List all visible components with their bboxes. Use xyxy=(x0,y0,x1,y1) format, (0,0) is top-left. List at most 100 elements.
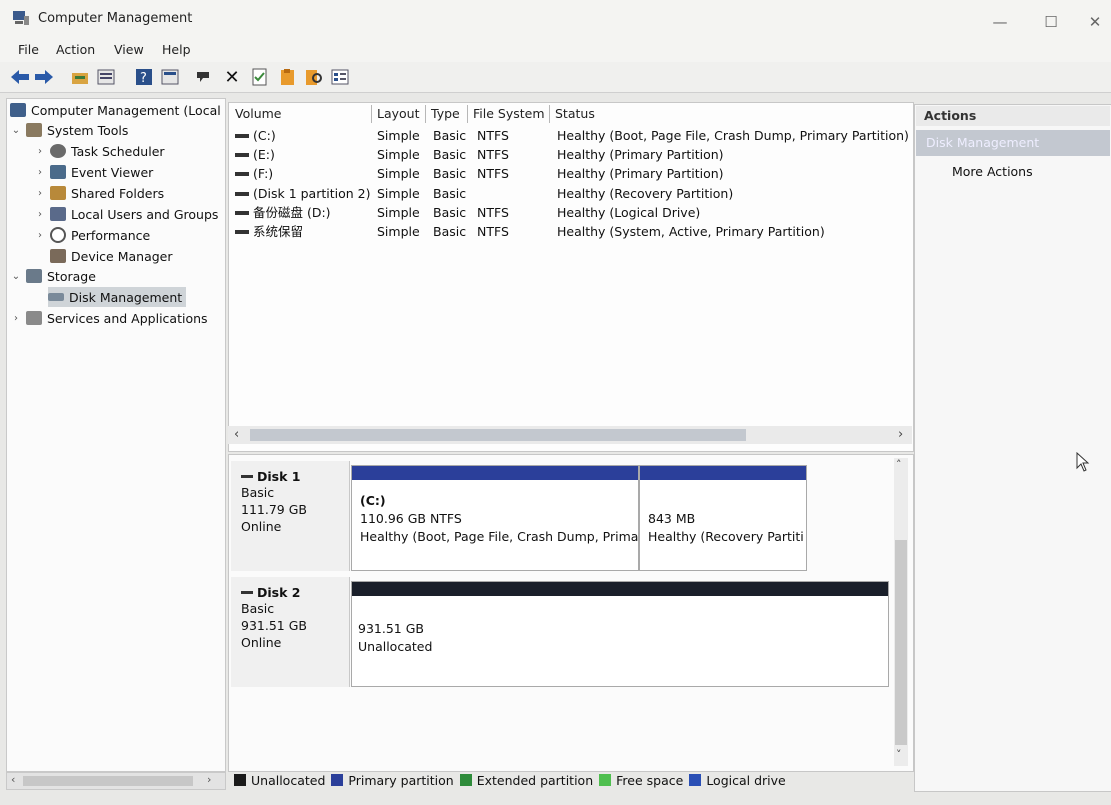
tree-item-system-tools[interactable]: ⌄ System Tools xyxy=(10,120,129,140)
actions-disk-management[interactable]: Disk Management xyxy=(916,130,1110,156)
disk-2-info[interactable]: Disk 2 Basic 931.51 GB Online xyxy=(231,577,350,687)
table-row[interactable]: 备份磁盘 (D:) Simple Basic NTFS Healthy (Log… xyxy=(229,203,913,222)
chevron-right-icon[interactable]: › xyxy=(34,230,46,241)
chevron-down-icon[interactable]: ⌄ xyxy=(10,125,22,136)
table-row[interactable]: (E:) Simple Basic NTFS Healthy (Primary … xyxy=(229,145,913,164)
window-title: Computer Management xyxy=(38,11,193,26)
volume-cell: (Disk 1 partition 2) xyxy=(235,184,370,203)
delete-icon[interactable]: ✕ xyxy=(222,67,242,88)
menu-file[interactable]: File xyxy=(18,42,39,57)
disk-2-type: Basic xyxy=(241,601,275,616)
tree-item-storage[interactable]: ⌄ Storage xyxy=(10,266,96,286)
chevron-down-icon[interactable]: ⌄ xyxy=(10,271,22,282)
tree-item-event-viewer[interactable]: › Event Viewer xyxy=(34,162,153,182)
menu-help[interactable]: Help xyxy=(162,42,191,57)
partition-size: 931.51 GB xyxy=(358,621,424,636)
connect-icon[interactable] xyxy=(196,67,216,87)
maximize-button[interactable]: ☐ xyxy=(1036,12,1066,32)
clock-icon xyxy=(50,144,66,158)
table-row[interactable]: 系统保留 Simple Basic NTFS Healthy (System, … xyxy=(229,222,913,241)
back-icon[interactable] xyxy=(10,67,30,87)
column-header-file-system[interactable]: File System xyxy=(469,105,550,123)
disk-1-type: Basic xyxy=(241,485,275,500)
scroll-right-icon[interactable]: › xyxy=(898,427,903,442)
legend-swatch-primary xyxy=(331,774,344,786)
menu-action[interactable]: Action xyxy=(56,42,95,57)
tree-label: Shared Folders xyxy=(71,185,165,201)
tree-horizontal-scrollbar[interactable]: ‹ › xyxy=(6,772,226,790)
scrollbar-thumb[interactable] xyxy=(250,429,746,441)
legend: Unallocated Primary partition Extended p… xyxy=(228,770,912,790)
disk-icon xyxy=(48,293,64,301)
minimize-button[interactable]: — xyxy=(985,12,1015,32)
disk-icon xyxy=(241,591,253,594)
table-row[interactable]: (C:) Simple Basic NTFS Healthy (Boot, Pa… xyxy=(229,126,913,145)
unallocated-bar xyxy=(352,582,888,596)
up-folder-icon[interactable] xyxy=(70,67,90,87)
partition-c[interactable]: (C:) 110.96 GB NTFS Healthy (Boot, Page … xyxy=(351,465,639,571)
column-header-status[interactable]: Status xyxy=(551,105,911,123)
scroll-left-icon[interactable]: ‹ xyxy=(234,427,239,442)
type-cell: Basic xyxy=(433,186,467,201)
scrollbar-thumb[interactable] xyxy=(895,540,907,745)
table-row[interactable]: (Disk 1 partition 2) Simple Basic Health… xyxy=(229,184,913,203)
device-manager-icon xyxy=(50,249,66,263)
tree-item-root[interactable]: Computer Management (Local xyxy=(10,100,221,120)
filesystem-cell: NTFS xyxy=(477,166,509,181)
tree-item-disk-management[interactable]: Disk Management xyxy=(48,287,187,307)
chevron-right-icon[interactable]: › xyxy=(34,209,46,220)
tree-item-performance[interactable]: › Performance xyxy=(34,225,150,245)
users-icon xyxy=(50,207,66,221)
scroll-up-icon[interactable]: ˄ xyxy=(896,458,902,471)
type-cell: Basic xyxy=(433,128,467,143)
disk-1-info[interactable]: Disk 1 Basic 111.79 GB Online xyxy=(231,461,350,571)
tree-item-task-scheduler[interactable]: › Task Scheduler xyxy=(34,141,165,161)
scroll-left-icon[interactable]: ‹ xyxy=(11,773,15,786)
column-header-volume[interactable]: Volume xyxy=(231,105,372,123)
disk-icon xyxy=(241,475,253,478)
scroll-right-icon[interactable]: › xyxy=(207,773,211,786)
tree-item-services[interactable]: › Services and Applications xyxy=(10,308,208,328)
table-row[interactable]: (F:) Simple Basic NTFS Healthy (Primary … xyxy=(229,164,913,183)
column-header-type[interactable]: Type xyxy=(427,105,468,123)
close-button[interactable]: ✕ xyxy=(1080,12,1110,32)
filesystem-cell: NTFS xyxy=(477,224,509,239)
chevron-right-icon[interactable]: › xyxy=(34,146,46,157)
tree-item-device-manager[interactable]: Device Manager xyxy=(50,246,173,266)
chevron-right-icon[interactable]: › xyxy=(34,188,46,199)
console-icon[interactable] xyxy=(160,67,180,87)
chevron-right-icon[interactable]: › xyxy=(34,167,46,178)
tree-label: Computer Management (Local xyxy=(31,102,221,118)
export-icon[interactable] xyxy=(278,67,298,87)
more-actions-link[interactable]: More Actions xyxy=(952,164,1033,179)
type-cell: Basic xyxy=(433,205,467,220)
partition-unallocated[interactable]: 931.51 GB Unallocated xyxy=(351,581,889,687)
status-cell: Healthy (Logical Drive) xyxy=(557,205,701,220)
scroll-down-icon[interactable]: ˅ xyxy=(896,748,902,761)
disk-1-state: Online xyxy=(241,519,282,534)
status-cell: Healthy (System, Active, Primary Partiti… xyxy=(557,224,825,239)
tree-label: Task Scheduler xyxy=(71,143,165,159)
mouse-cursor-icon xyxy=(1076,451,1090,475)
partition-recovery[interactable]: 843 MB Healthy (Recovery Partiti xyxy=(639,465,807,571)
layout-cell: Simple xyxy=(377,128,420,143)
help-icon[interactable]: ? xyxy=(134,67,154,87)
volume-cell: (E:) xyxy=(235,145,275,164)
search-disk-icon[interactable] xyxy=(304,67,324,87)
list-icon[interactable] xyxy=(330,67,350,87)
column-header-layout[interactable]: Layout xyxy=(373,105,426,123)
check-icon[interactable] xyxy=(250,67,270,87)
services-icon xyxy=(26,311,42,325)
menu-view[interactable]: View xyxy=(114,42,144,57)
volume-cell: (C:) xyxy=(235,126,276,145)
filesystem-cell: NTFS xyxy=(477,128,509,143)
forward-icon[interactable] xyxy=(34,67,54,87)
tree-label: Local Users and Groups xyxy=(71,206,219,222)
chevron-right-icon[interactable]: › xyxy=(10,313,22,324)
tree-item-local-users[interactable]: › Local Users and Groups xyxy=(34,204,218,224)
legend-label: Extended partition xyxy=(476,772,594,788)
tree-item-shared-folders[interactable]: › Shared Folders xyxy=(34,183,164,203)
properties-icon[interactable] xyxy=(96,67,116,87)
status-cell: Healthy (Primary Partition) xyxy=(557,166,724,181)
scrollbar-thumb[interactable] xyxy=(23,776,193,786)
